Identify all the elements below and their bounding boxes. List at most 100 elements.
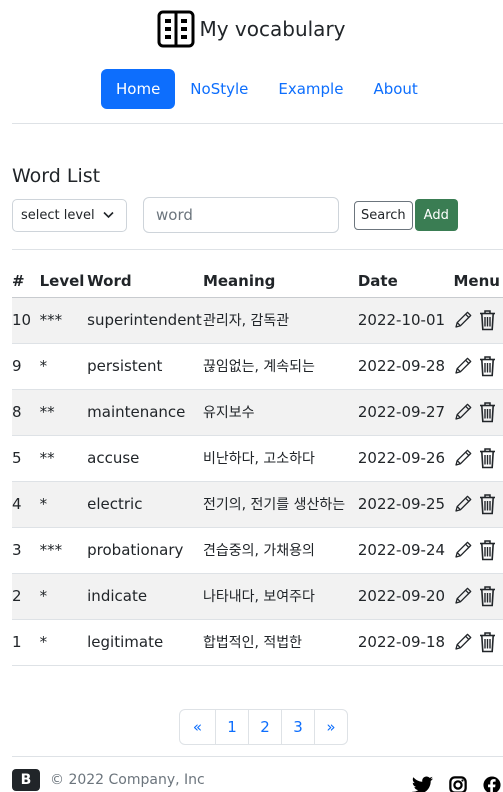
cell-meaning: 끊임없는, 계속되는: [202, 343, 358, 390]
form-divider: [12, 249, 503, 250]
cell-level: *: [39, 619, 88, 666]
cell-word: probationary: [87, 527, 203, 574]
col-header-num: #: [12, 265, 40, 298]
add-button[interactable]: Add: [414, 199, 458, 231]
trash-icon[interactable]: [479, 355, 496, 377]
word-input[interactable]: word: [143, 197, 339, 233]
page-2[interactable]: 2: [248, 710, 281, 744]
word-form: select level word Search Add: [12, 197, 458, 233]
trash-icon[interactable]: [479, 585, 496, 607]
trash-icon[interactable]: [479, 401, 496, 423]
page-1[interactable]: 1: [215, 710, 248, 744]
col-header-date: Date: [357, 265, 454, 298]
pencil-icon[interactable]: [453, 540, 473, 560]
table-header-row: # Level Word Meaning Date Menu: [12, 265, 503, 298]
cell-word: superintendent: [87, 297, 203, 344]
nav-example[interactable]: Example: [263, 69, 358, 109]
cell-date: 2022-09-27: [357, 389, 454, 436]
brand-title: My vocabulary: [199, 17, 346, 41]
trash-icon[interactable]: [479, 631, 496, 653]
cell-menu: [453, 343, 503, 390]
cell-date: 2022-09-24: [357, 527, 454, 574]
cell-date: 2022-09-25: [357, 481, 454, 528]
trash-icon[interactable]: [479, 447, 496, 469]
pencil-icon[interactable]: [453, 586, 473, 606]
pencil-icon[interactable]: [453, 402, 473, 422]
pencil-icon[interactable]: [453, 448, 473, 468]
cell-num: 8: [12, 389, 40, 436]
cell-word: accuse: [87, 435, 203, 482]
social-links: [412, 776, 502, 792]
cell-meaning: 전기의, 전기를 생산하는: [202, 481, 358, 528]
header-divider: [12, 123, 503, 124]
cell-num: 10: [12, 297, 40, 344]
table-row: 3 *** probationary 견습중의, 가채용의 2022-09-24: [12, 527, 503, 574]
cell-word: electric: [87, 481, 203, 528]
table-row: 10 *** superintendent 관리자, 감독관 2022-10-01: [12, 297, 503, 344]
cell-level: ***: [39, 297, 88, 344]
brand[interactable]: My vocabulary: [0, 10, 503, 48]
footer: B © 2022 Company, Inc: [12, 769, 205, 791]
cell-word: indicate: [87, 573, 203, 620]
nav-about[interactable]: About: [358, 69, 432, 109]
pencil-icon[interactable]: [453, 494, 473, 514]
cell-date: 2022-09-26: [357, 435, 454, 482]
table-row: 1 * legitimate 합법적인, 적법한 2022-09-18: [12, 619, 503, 666]
cell-menu: [453, 573, 503, 620]
cell-menu: [453, 619, 503, 666]
trash-icon[interactable]: [479, 493, 496, 515]
cell-date: 2022-10-01: [357, 297, 454, 344]
cell-num: 9: [12, 343, 40, 390]
cell-meaning: 관리자, 감독관: [202, 297, 358, 344]
cell-word: legitimate: [87, 619, 203, 666]
table-row: 9 * persistent 끊임없는, 계속되는 2022-09-28: [12, 343, 503, 390]
table-row: 2 * indicate 나타내다, 보여주다 2022-09-20: [12, 573, 503, 620]
chevron-down-icon: [103, 209, 114, 222]
bootstrap-logo[interactable]: B: [12, 769, 40, 791]
table-row: 8 ** maintenance 유지보수 2022-09-27: [12, 389, 503, 436]
pagination: « 1 2 3 »: [179, 709, 348, 745]
trash-icon[interactable]: [479, 539, 496, 561]
cell-num: 3: [12, 527, 40, 574]
facebook-icon[interactable]: [482, 776, 502, 792]
cell-menu: [453, 297, 503, 344]
page-prev[interactable]: «: [180, 710, 215, 744]
footer-divider: [12, 756, 503, 757]
cell-menu: [453, 481, 503, 528]
page-next[interactable]: »: [314, 710, 347, 744]
cell-date: 2022-09-18: [357, 619, 454, 666]
nav-home[interactable]: Home: [101, 69, 176, 109]
cell-menu: [453, 527, 503, 574]
page-title: Word List: [12, 165, 101, 187]
pencil-icon[interactable]: [453, 356, 473, 376]
cell-menu: [453, 389, 503, 436]
cell-menu: [453, 435, 503, 482]
trash-icon[interactable]: [479, 309, 496, 331]
page-3[interactable]: 3: [281, 710, 314, 744]
col-header-word: Word: [87, 265, 203, 298]
cell-level: *: [39, 343, 88, 390]
book-icon: [157, 10, 195, 48]
pencil-icon[interactable]: [453, 632, 473, 652]
cell-level: ***: [39, 527, 88, 574]
cell-date: 2022-09-28: [357, 343, 454, 390]
col-header-meaning: Meaning: [202, 265, 358, 298]
instagram-icon[interactable]: [448, 776, 468, 792]
twitter-icon[interactable]: [412, 776, 434, 792]
cell-level: *: [39, 481, 88, 528]
level-select-label: select level: [21, 207, 95, 223]
cell-word: maintenance: [87, 389, 203, 436]
cell-meaning: 유지보수: [202, 389, 358, 436]
search-button[interactable]: Search: [354, 200, 413, 230]
nav-nostyle[interactable]: NoStyle: [175, 69, 263, 109]
pencil-icon[interactable]: [453, 310, 473, 330]
cell-num: 1: [12, 619, 40, 666]
main-nav: Home NoStyle Example About: [101, 69, 433, 109]
level-select[interactable]: select level: [12, 198, 127, 232]
cell-level: **: [39, 389, 88, 436]
cell-level: **: [39, 435, 88, 482]
col-header-level: Level: [39, 265, 88, 298]
cell-level: *: [39, 573, 88, 620]
col-header-menu: Menu: [453, 265, 503, 298]
cell-meaning: 견습중의, 가채용의: [202, 527, 358, 574]
